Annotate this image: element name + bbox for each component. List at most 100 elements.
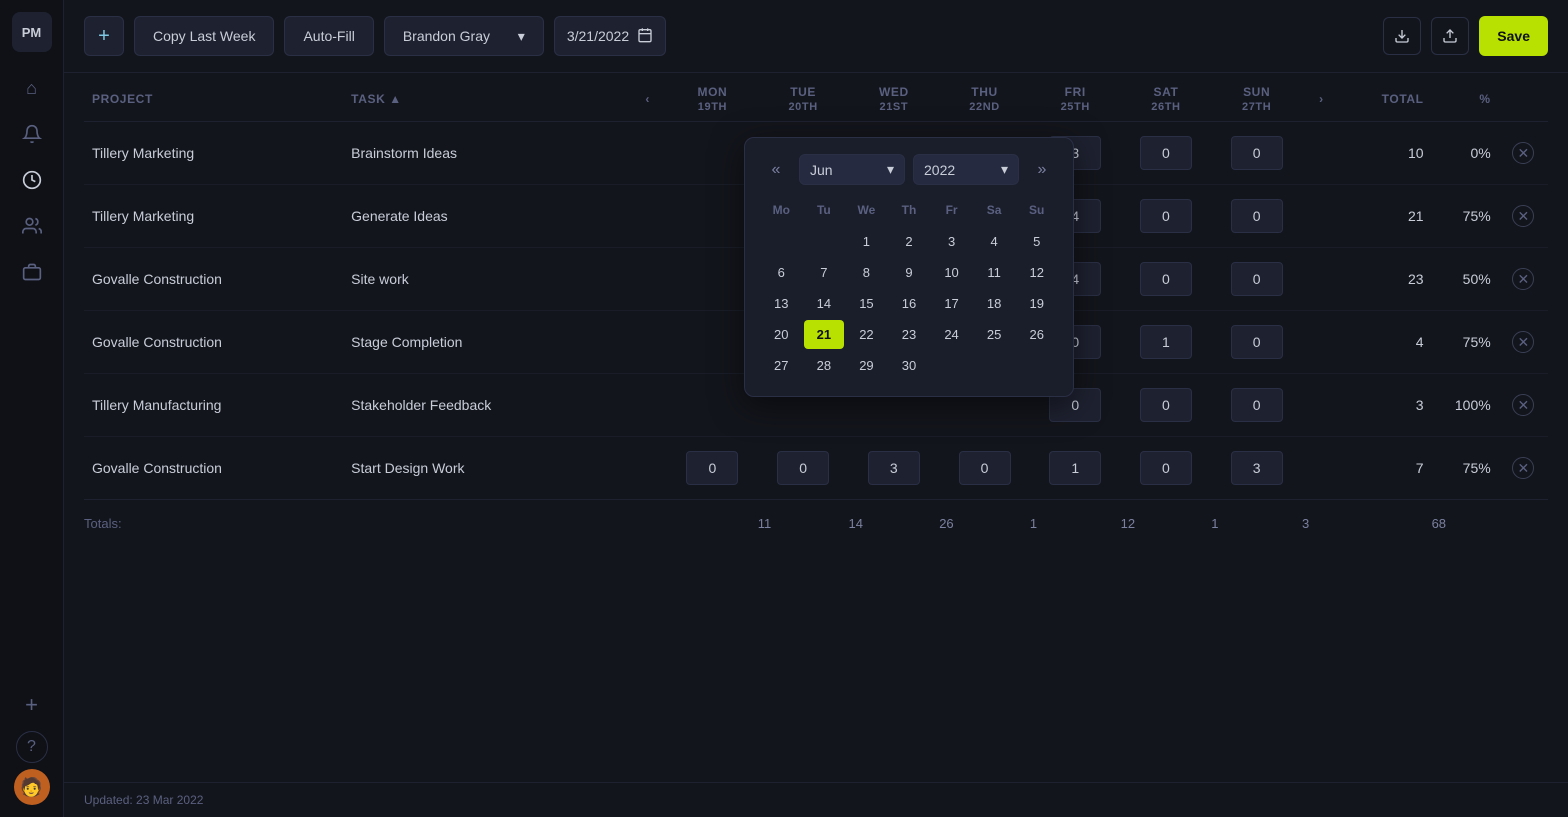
cal-day[interactable]: 6	[761, 258, 802, 287]
user-selector[interactable]: Brandon Gray ▾	[384, 16, 544, 56]
col-nav-left[interactable]: ‹	[628, 73, 667, 122]
sat-cell[interactable]: 0	[1121, 122, 1212, 185]
remove-cell[interactable]: ✕	[1499, 374, 1548, 437]
mon-cell[interactable]: 0	[667, 437, 758, 500]
fri-cell[interactable]: 1	[1030, 437, 1121, 500]
remove-button[interactable]: ✕	[1512, 142, 1534, 164]
cal-day[interactable]: 16	[889, 289, 930, 318]
sat-cell[interactable]: 0	[1121, 248, 1212, 311]
task-cell: Generate Ideas	[343, 185, 628, 248]
cal-day[interactable]: 23	[889, 320, 930, 349]
cal-day[interactable]: 1	[846, 227, 887, 256]
cal-day[interactable]: 18	[974, 289, 1015, 318]
cal-day[interactable]: 2	[889, 227, 930, 256]
wed-cell[interactable]: 3	[848, 437, 939, 500]
sun-cell[interactable]: 3	[1211, 437, 1302, 500]
pct-cell: 100%	[1432, 374, 1499, 437]
sun-cell[interactable]: 0	[1211, 185, 1302, 248]
download-button[interactable]	[1383, 17, 1421, 55]
sidebar-item-projects[interactable]	[12, 252, 52, 292]
share-button[interactable]	[1431, 17, 1469, 55]
pct-cell: 75%	[1432, 437, 1499, 500]
cal-day[interactable]: 5	[1016, 227, 1057, 256]
sun-cell[interactable]: 0	[1211, 374, 1302, 437]
sun-cell[interactable]: 0	[1211, 311, 1302, 374]
user-avatar[interactable]: 🧑	[14, 769, 50, 805]
cal-day-header: Tu	[804, 199, 845, 225]
col-nav-right[interactable]: ›	[1302, 73, 1341, 122]
cal-day[interactable]: 3	[931, 227, 972, 256]
cal-day[interactable]: 14	[804, 289, 845, 318]
tue-cell[interactable]: 0	[758, 437, 849, 500]
sat-cell[interactable]: 1	[1121, 311, 1212, 374]
sidebar-item-add[interactable]: +	[12, 685, 52, 725]
cal-year-value: 2022	[924, 162, 955, 178]
remove-cell[interactable]: ✕	[1499, 437, 1548, 500]
cal-day[interactable]: 7	[804, 258, 845, 287]
cal-year-selector[interactable]: 2022 ▾	[913, 154, 1019, 185]
remove-button[interactable]: ✕	[1512, 268, 1534, 290]
cal-next-button[interactable]: »	[1027, 155, 1057, 185]
cal-day[interactable]: 12	[1016, 258, 1057, 287]
remove-cell[interactable]: ✕	[1499, 185, 1548, 248]
totals-spacer	[628, 500, 667, 532]
save-button[interactable]: Save	[1479, 16, 1548, 56]
sat-cell[interactable]: 0	[1121, 374, 1212, 437]
cal-day[interactable]: 20	[761, 320, 802, 349]
cal-prev-button[interactable]: «	[761, 155, 791, 185]
chevron-down-icon: ▾	[518, 28, 525, 45]
totals-mon	[667, 500, 758, 532]
sat-cell[interactable]: 0	[1121, 185, 1212, 248]
cal-day[interactable]: 8	[846, 258, 887, 287]
remove-button[interactable]: ✕	[1512, 394, 1534, 416]
date-picker[interactable]: 3/21/2022	[554, 16, 666, 56]
remove-button[interactable]: ✕	[1512, 331, 1534, 353]
cal-day[interactable]: 17	[931, 289, 972, 318]
nav-right-cell	[1302, 311, 1341, 374]
pct-cell: 0%	[1432, 122, 1499, 185]
cal-day[interactable]: 26	[1016, 320, 1057, 349]
cal-day[interactable]: 21	[804, 320, 845, 349]
sidebar-item-home[interactable]: ⌂	[12, 68, 52, 108]
sun-cell[interactable]: 0	[1211, 248, 1302, 311]
cal-month-selector[interactable]: Jun ▾	[799, 154, 905, 185]
cal-day[interactable]: 24	[931, 320, 972, 349]
remove-button[interactable]: ✕	[1512, 205, 1534, 227]
cal-day[interactable]: 22	[846, 320, 887, 349]
cal-day[interactable]: 29	[846, 351, 887, 380]
cal-day[interactable]: 10	[931, 258, 972, 287]
remove-button[interactable]: ✕	[1512, 457, 1534, 479]
totals-label: Totals:	[84, 500, 628, 532]
nav-cell	[628, 122, 667, 185]
col-task[interactable]: TASK ▲	[343, 73, 628, 122]
sun-cell[interactable]: 0	[1211, 122, 1302, 185]
auto-fill-button[interactable]: Auto-Fill	[284, 16, 373, 56]
cal-day[interactable]: 9	[889, 258, 930, 287]
add-button[interactable]: +	[84, 16, 124, 56]
sidebar-item-notifications[interactable]	[12, 114, 52, 154]
remove-cell[interactable]: ✕	[1499, 122, 1548, 185]
remove-cell[interactable]: ✕	[1499, 311, 1548, 374]
copy-last-week-button[interactable]: Copy Last Week	[134, 16, 274, 56]
nav-cell	[628, 374, 667, 437]
cal-day[interactable]: 25	[974, 320, 1015, 349]
remove-cell[interactable]: ✕	[1499, 248, 1548, 311]
cal-day[interactable]: 4	[974, 227, 1015, 256]
sidebar-item-help[interactable]: ?	[16, 731, 48, 763]
cal-day	[1016, 351, 1057, 380]
pct-cell: 75%	[1432, 311, 1499, 374]
sidebar-item-users[interactable]	[12, 206, 52, 246]
cal-day[interactable]: 13	[761, 289, 802, 318]
cal-day[interactable]: 11	[974, 258, 1015, 287]
sat-cell[interactable]: 0	[1121, 437, 1212, 500]
cal-day[interactable]: 19	[1016, 289, 1057, 318]
cal-day[interactable]: 15	[846, 289, 887, 318]
task-cell: Stakeholder Feedback	[343, 374, 628, 437]
sidebar-item-time[interactable]	[12, 160, 52, 200]
cal-day[interactable]: 28	[804, 351, 845, 380]
cal-day[interactable]: 30	[889, 351, 930, 380]
cal-day[interactable]: 27	[761, 351, 802, 380]
col-wed: Wed21st	[848, 73, 939, 122]
thu-cell[interactable]: 0	[939, 437, 1030, 500]
cal-month-value: Jun	[810, 162, 833, 178]
